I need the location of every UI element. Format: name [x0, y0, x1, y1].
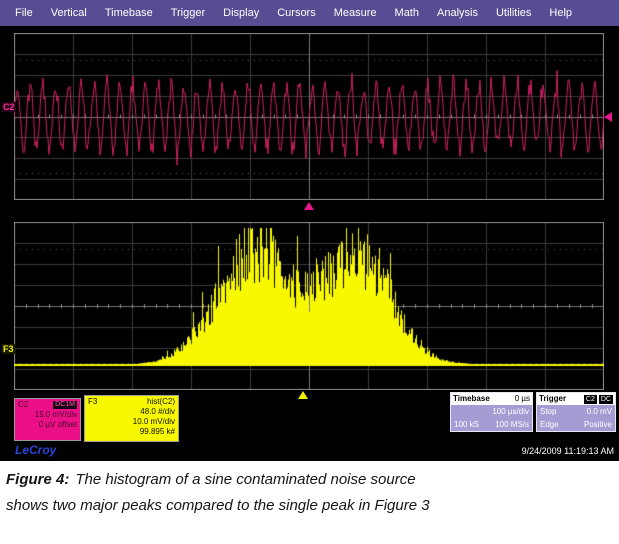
datetime-status: 9/24/2009 11:19:13 AM	[522, 446, 614, 456]
oscilloscope-screenshot: FileVerticalTimebaseTriggerDisplayCursor…	[0, 0, 619, 544]
menu-item-trigger[interactable]: Trigger	[162, 7, 214, 19]
f3-edge-label: F3	[2, 344, 15, 354]
f3-function: hist(C2)	[147, 397, 175, 407]
figure-caption-label: Figure 4:	[6, 471, 69, 488]
trigger-coupling-badge: DC	[599, 395, 613, 404]
c2-waveform-grid[interactable]	[14, 33, 604, 200]
menu-item-analysis[interactable]: Analysis	[428, 7, 487, 19]
trigger-slope: Positive	[584, 418, 612, 431]
timebase-panel[interactable]: Timebase 0 µs 100 µs/div 100 kS 100 MS/s	[450, 392, 533, 432]
timebase-delay: 0 µs	[515, 393, 530, 405]
menu-bar: FileVerticalTimebaseTriggerDisplayCursor…	[0, 0, 619, 26]
f3-histogram-grid[interactable]	[14, 222, 604, 390]
trigger-time-marker-icon[interactable]	[304, 202, 314, 210]
f3-ydiv: 48.0 #/div	[88, 407, 175, 417]
menu-item-display[interactable]: Display	[214, 7, 268, 19]
f3-label: F3	[88, 397, 97, 407]
menu-item-timebase[interactable]: Timebase	[96, 7, 162, 19]
c2-edge-label: C2	[2, 102, 16, 112]
menu-item-help[interactable]: Help	[540, 7, 581, 19]
trigger-mode: Stop	[540, 405, 556, 418]
figure-caption: Figure 4:The histogram of a sine contami…	[6, 467, 458, 519]
f3-descriptor-box[interactable]: F3 hist(C2) 48.0 #/div 10.0 mV/div 99.89…	[84, 395, 179, 442]
lecroy-logo: LeCroy	[15, 443, 56, 457]
menu-item-measure[interactable]: Measure	[325, 7, 386, 19]
trigger-level: 0.0 mV	[587, 405, 612, 418]
c2-descriptor-box[interactable]: C2 DC1M 15.0 mV/div 0 µV offset	[14, 398, 81, 441]
menu-item-cursors[interactable]: Cursors	[268, 7, 325, 19]
f3-xdiv: 10.0 mV/div	[88, 417, 175, 427]
menu-item-math[interactable]: Math	[386, 7, 428, 19]
histogram-center-marker-icon[interactable]	[298, 391, 308, 399]
figure-caption-text: The histogram of a sine contaminated noi…	[6, 471, 430, 514]
c2-vdiv: 15.0 mV/div	[18, 410, 77, 420]
timebase-title: Timebase	[453, 393, 490, 405]
menu-item-file[interactable]: File	[6, 7, 42, 19]
menu-item-vertical[interactable]: Vertical	[42, 7, 96, 19]
trigger-type: Edge	[540, 418, 559, 431]
c2-label: C2	[18, 400, 28, 410]
menu-item-utilities[interactable]: Utilities	[487, 7, 540, 19]
trigger-panel[interactable]: Trigger C2 DC Stop 0.0 mV Edge Positive	[536, 392, 616, 432]
trigger-source-badge: C2	[584, 395, 597, 404]
c2-coupling-badge: DC1M	[53, 401, 77, 409]
timebase-rate: 100 MS/s	[495, 418, 529, 431]
trigger-title: Trigger	[539, 393, 566, 405]
trigger-level-marker-icon[interactable]	[604, 112, 612, 122]
caption-area: Figure 4:The histogram of a sine contami…	[0, 461, 619, 544]
c2-offset: 0 µV offset	[18, 420, 77, 430]
f3-population: 99.895 k#	[88, 427, 175, 437]
timebase-tdiv: 100 µs/div	[492, 405, 529, 418]
timebase-samples: 100 kS	[454, 418, 479, 431]
